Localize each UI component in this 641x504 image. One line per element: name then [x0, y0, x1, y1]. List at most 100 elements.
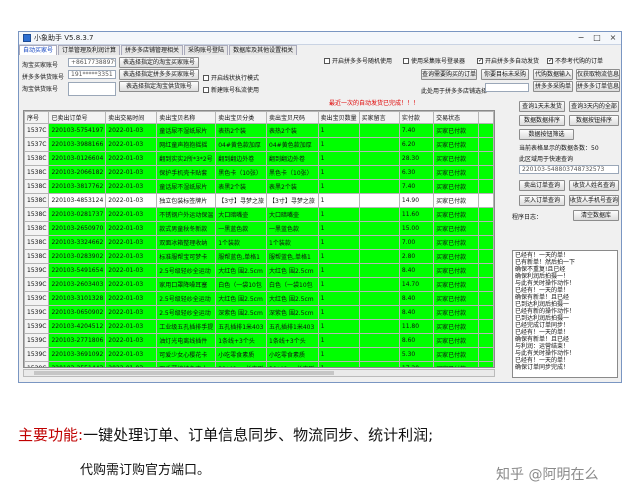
table-cell-name[interactable]: 网红童声抱抱摇摇 [156, 137, 217, 152]
table-cell-extra[interactable] [478, 193, 494, 208]
table-cell-status[interactable]: 买家已付款 [433, 235, 480, 250]
use-login-checkbox[interactable]: 使用采集账号登录器 [403, 56, 465, 65]
table-cell-cls[interactable]: 翻到翻边外卷 [215, 151, 268, 166]
table-cell-price[interactable]: 5.30 [398, 347, 435, 362]
table-cell-n[interactable]: 1539C [24, 291, 50, 306]
query-orders-button[interactable]: 查询需要购买的订单 [421, 69, 477, 80]
buy-order-query-button[interactable]: 买入订单查询 [519, 195, 565, 206]
tab-auto-buyer[interactable]: 自动买家号 [19, 45, 58, 55]
table-cell-n[interactable]: 1538C [24, 193, 50, 208]
table-row[interactable]: 1539C 220103-3101328 2022-01-03 2.5号级轻纱全运动大… [24, 291, 494, 306]
table-cell-size[interactable]: 表热2个装 [266, 123, 319, 138]
table-cell-id[interactable]: 220103-2551443 [48, 361, 107, 367]
table-cell-price[interactable]: 17.20 [398, 361, 435, 367]
query-3day-button[interactable]: 查询3天内的全部 [569, 101, 619, 112]
table-cell-cls[interactable]: 1个装款 [215, 235, 268, 250]
table-cell-msg[interactable] [358, 361, 400, 367]
table-row[interactable]: 1539C 220103-5491654 2022-01-03 2.5号级轻纱全运动大… [24, 263, 494, 278]
table-cell-qty[interactable]: 1 [317, 249, 360, 264]
table-cell-status[interactable]: 买家已付款 [433, 333, 480, 348]
table-cell-price[interactable]: 6.20 [398, 137, 435, 152]
table-cell-msg[interactable] [358, 193, 400, 208]
table-cell-qty[interactable]: 1 [317, 277, 360, 292]
table-cell-name[interactable]: 四季薄棉纯色方巾 [156, 361, 217, 367]
set-taobao-buyer-button[interactable]: 表选择指定的淘宝买家账号 [119, 57, 199, 68]
table-cell-msg[interactable] [358, 249, 400, 264]
table-cell-id[interactable]: 220103-3324662 [48, 235, 107, 250]
table-cell-size[interactable]: 表黑2个装 [266, 179, 319, 194]
minimize-button[interactable]: − [573, 32, 589, 44]
table-cell-n[interactable]: 1539C [24, 263, 50, 278]
table-row[interactable]: 1539C 220103-3691092 2022-01-03 可爱少女心樱花卡 小吃零… [24, 347, 494, 362]
sub-account-field[interactable] [68, 82, 116, 96]
table-row[interactable]: 1537C 220103-3988166 2022-01-03 网红童声抱抱摇摇 04#… [24, 137, 494, 152]
table-cell-qty[interactable]: 1 [317, 291, 360, 306]
table-cell-msg[interactable] [358, 333, 400, 348]
table-cell-date[interactable]: 2022-01-03 [105, 165, 158, 180]
table-cell-n[interactable]: 1538C [24, 249, 50, 264]
table-cell-size[interactable]: 04#黄色款加厚 [266, 137, 319, 152]
table-cell-cls[interactable]: 小吃零食素质 [215, 347, 268, 362]
checkbox-box[interactable]: ✓ [477, 57, 483, 64]
table-cell-status[interactable]: 买家已付款 [433, 305, 480, 320]
table-cell-id[interactable]: 220103-2771806 [48, 333, 107, 348]
table-cell-msg[interactable] [358, 291, 400, 306]
table-cell-extra[interactable] [478, 123, 494, 138]
table-cell-price[interactable]: 28.30 [398, 151, 435, 166]
table-row[interactable]: 1538C 220103-2066182 2022-01-03 保护手机壳卡贴套 黑色卡… [24, 165, 494, 180]
new-window-checkbox[interactable]: 新建账号私流使用 [203, 85, 259, 94]
table-cell-name[interactable]: 双面冰箱整理收纳 [156, 235, 217, 250]
table-cell-id[interactable]: 220103-0281737 [48, 207, 107, 222]
no-ref-checkbox[interactable]: ✓ 不参考代购的订单 [547, 56, 603, 65]
scrollbar-thumb[interactable] [34, 371, 334, 375]
table-cell-status[interactable]: 买家已付款 [433, 291, 480, 306]
table-cell-extra[interactable] [478, 165, 494, 180]
table-row[interactable]: 1539C 220103-2603403 2022-01-03 家用口罩降噪耳塞 白色（… [24, 277, 494, 292]
table-cell-cls[interactable]: 表黑2个装 [215, 179, 268, 194]
receiver-phone-query-button[interactable]: 收货人手机号查询 [569, 195, 619, 206]
table-cell-n[interactable]: 1539C [24, 305, 50, 320]
table-cell-id[interactable]: 220103-5491654 [48, 263, 107, 278]
table-cell-date[interactable]: 2022-01-03 [105, 277, 158, 292]
table-cell-msg[interactable] [358, 165, 400, 180]
table-cell-extra[interactable] [478, 347, 494, 362]
table-cell-name[interactable]: 工业级五孔插排手提 [156, 319, 217, 334]
table-cell-cls[interactable]: 黑色卡（10张） [215, 165, 268, 180]
table-cell-msg[interactable] [358, 123, 400, 138]
table-cell-price[interactable]: 2.80 [398, 249, 435, 264]
table-cell-name[interactable]: 2.5号级轻纱全运动 [156, 263, 217, 278]
table-cell-status[interactable]: 买家已付款 [433, 361, 480, 367]
table-cell-msg[interactable] [358, 305, 400, 320]
tab-db-settings[interactable]: 数据库及其他设置相关 [229, 45, 298, 55]
table-cell-name[interactable]: 2.5号级轻纱全运动 [156, 305, 217, 320]
tab-purchase-login[interactable]: 采购账号登陆 [184, 45, 229, 55]
data-filter-button[interactable]: 数据按钮筛选 [519, 129, 574, 140]
table-cell-n[interactable]: 1539C [24, 361, 50, 367]
table-cell-cls[interactable]: 一黑蓝色款 [215, 221, 268, 236]
table-cell-qty[interactable]: 1 [317, 137, 360, 152]
table-cell-date[interactable]: 2022-01-03 [105, 361, 158, 367]
data-sort-b-button[interactable]: 数据按钮排序 [569, 115, 619, 126]
table-row[interactable]: 1539C220103-25514432022-01-03四季薄棉纯色方巾30*… [24, 361, 494, 367]
import-tracking-button[interactable]: 代购数据输入 [533, 69, 573, 80]
table-cell-msg[interactable] [358, 137, 400, 152]
checkbox-box[interactable]: ✓ [547, 57, 553, 64]
table-cell-qty[interactable]: 1 [317, 319, 360, 334]
table-cell-id[interactable]: 220103-2650970 [48, 221, 107, 236]
table-cell-id[interactable]: 220103-3817762 [48, 179, 107, 194]
table-cell-n[interactable]: 1539C [24, 347, 50, 362]
table-cell-name[interactable]: 可爱少女心樱花卡 [156, 347, 217, 362]
table-cell-size[interactable]: 服帮蓝色,单格1 [266, 249, 319, 264]
table-row[interactable]: 1538C 220103-4853124 2022-01-03 独立包装标签牌片 【3寸… [24, 193, 494, 208]
table-cell-status[interactable]: 买家已付款 [433, 249, 480, 264]
table-cell-status[interactable]: 买家已付款 [433, 277, 480, 292]
table-row[interactable]: 1538C 220103-0126604 2022-01-03 翻到实实2所*3*2号… [24, 151, 494, 166]
table-cell-n[interactable]: 1538C [24, 165, 50, 180]
table-cell-qty[interactable]: 1 [317, 165, 360, 180]
table-cell-extra[interactable] [478, 249, 494, 264]
data-sort-button[interactable]: 数据数据排序 [519, 115, 565, 126]
table-cell-status[interactable]: 买家已付款 [433, 193, 480, 208]
table-row[interactable]: 1538C 220103-3324662 2022-01-03 双面冰箱整理收纳 1个装… [24, 235, 494, 250]
table-cell-date[interactable]: 2022-01-03 [105, 333, 158, 348]
table-cell-extra[interactable] [478, 277, 494, 292]
